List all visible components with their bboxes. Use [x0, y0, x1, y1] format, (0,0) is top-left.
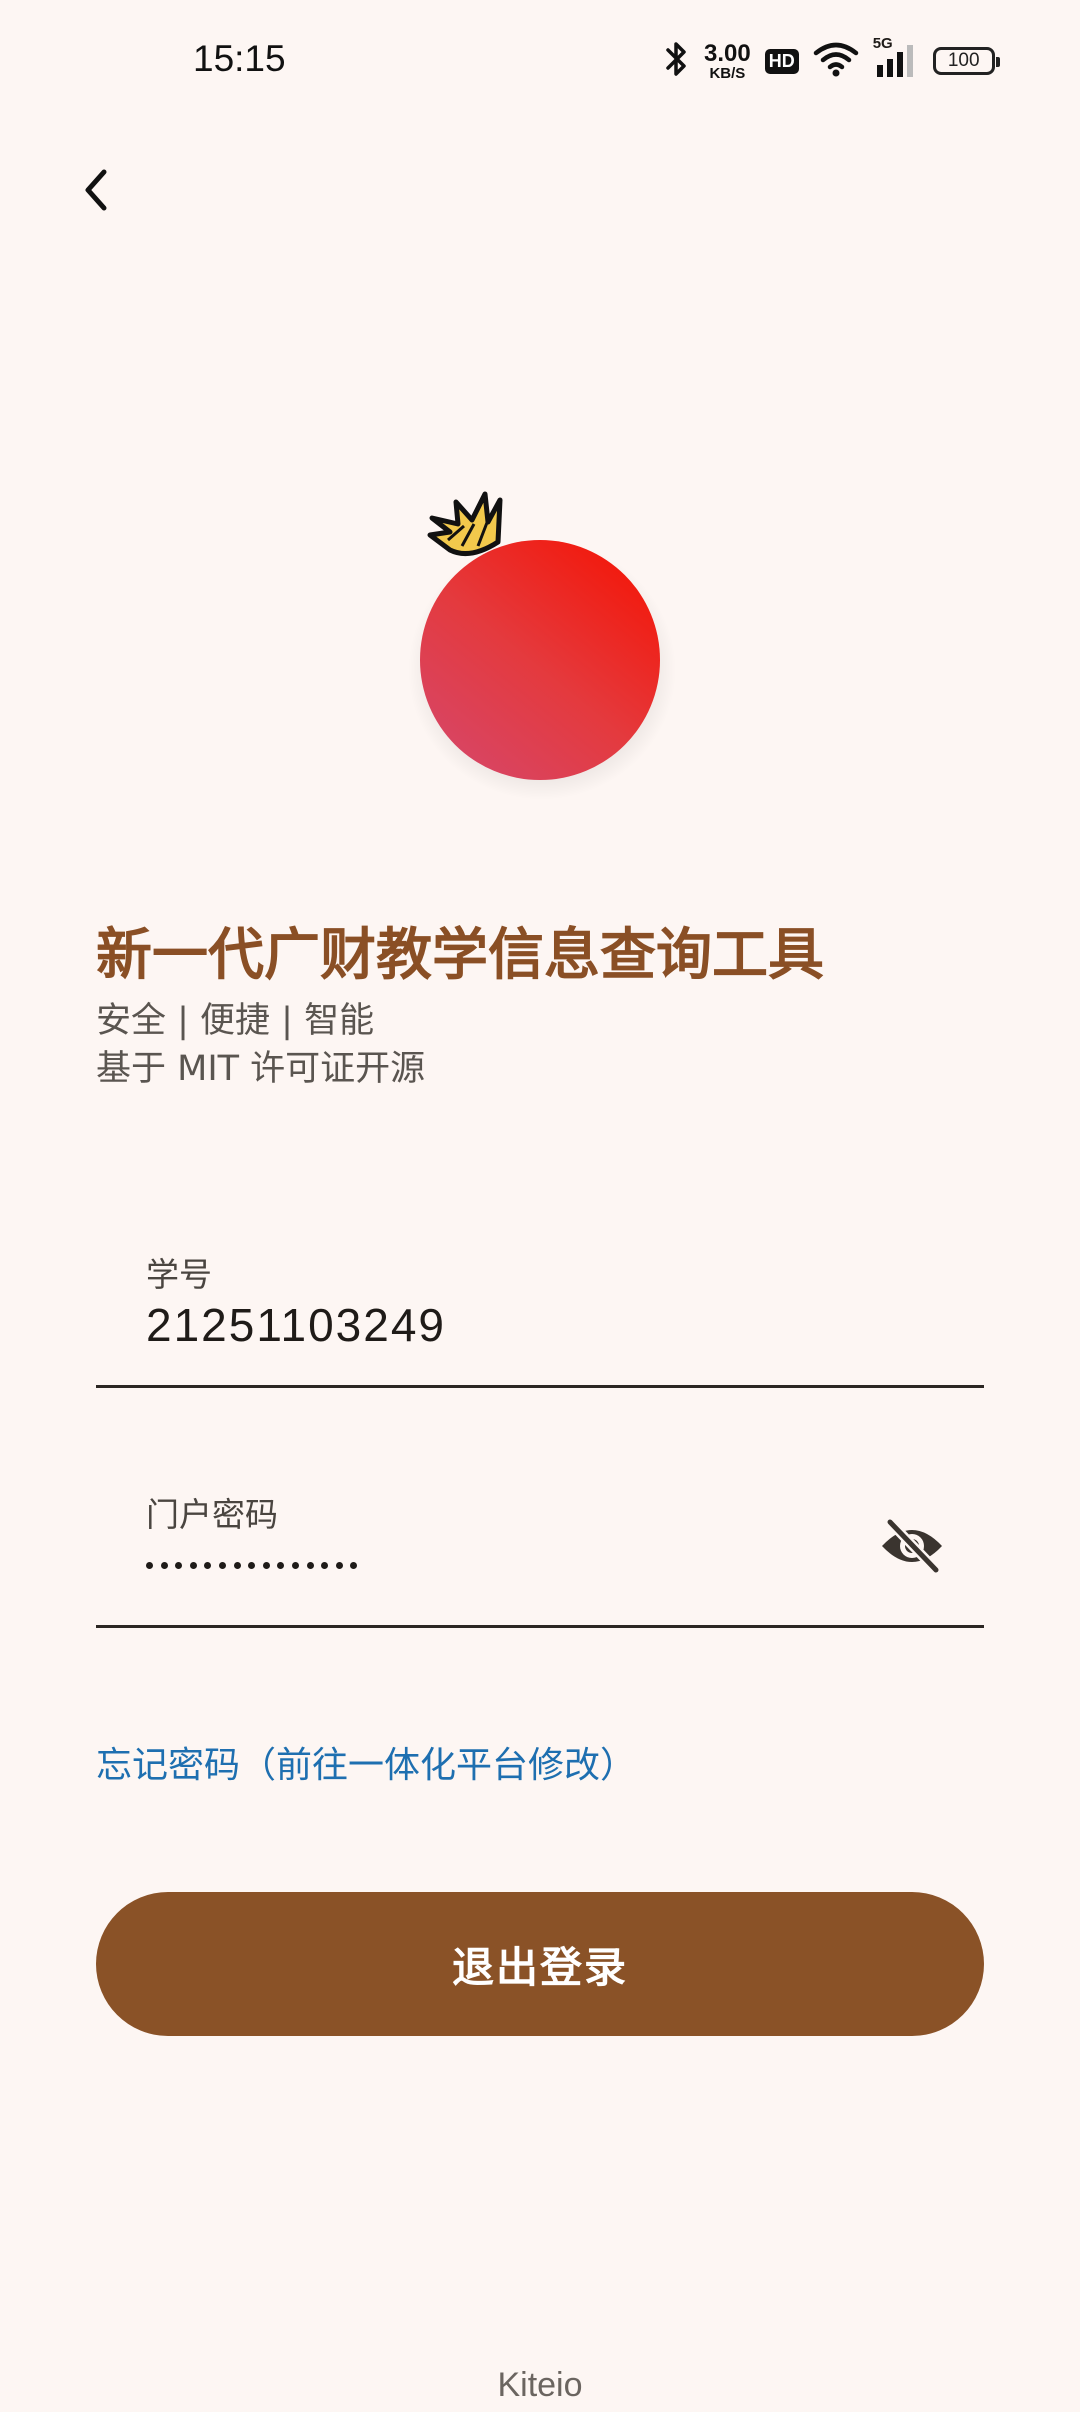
status-icons: 3.00 KB/S HD 5G 100 [664, 35, 1000, 84]
password-dot [233, 1562, 241, 1569]
app-title: 新一代广财教学信息查询工具 [96, 923, 824, 988]
password-dot [321, 1562, 329, 1569]
password-dot [277, 1562, 285, 1569]
password-dot [175, 1562, 183, 1569]
student-id-input[interactable]: 21251103249 [146, 1298, 446, 1352]
password-dot [262, 1562, 270, 1569]
password-dot [146, 1562, 153, 1569]
password-dot [218, 1562, 226, 1569]
app-logo [400, 480, 700, 800]
footer-brand: Kiteio [497, 2366, 583, 2404]
status-time: 15:15 [193, 38, 286, 79]
forgot-password-link[interactable]: 忘记密码（前往一体化平台修改） [96, 1736, 636, 1788]
password-input[interactable] [146, 1562, 358, 1569]
bluetooth-icon [664, 40, 690, 82]
password-dot [204, 1562, 212, 1569]
student-id-label: 学号 [146, 1255, 212, 1294]
password-dot [335, 1562, 343, 1569]
signal-icon: 5G [873, 35, 919, 79]
password-dot [189, 1562, 197, 1569]
password-dot [350, 1562, 358, 1569]
password-dot [160, 1562, 168, 1569]
license-text: 基于 MIT 许可证开源 [96, 1049, 426, 1089]
battery-icon: 100 [932, 47, 1000, 75]
password-label: 门户密码 [146, 1495, 278, 1534]
logout-button[interactable]: 退出登录 [96, 1892, 984, 2036]
wifi-icon [813, 41, 859, 81]
back-button[interactable] [66, 160, 126, 220]
student-id-field[interactable]: 学号 21251103249 [96, 1220, 984, 1388]
hd-badge: HD [764, 48, 799, 74]
app-tagline: 安全 | 便捷 | 智能 [96, 1001, 375, 1041]
eye-off-icon [882, 1517, 942, 1575]
password-dot [248, 1562, 256, 1569]
password-dot [291, 1562, 299, 1569]
net-speed: 3.00 KB/S [704, 39, 751, 82]
password-dot [306, 1562, 314, 1569]
toggle-password-visibility-button[interactable] [876, 1510, 948, 1582]
password-field[interactable]: 门户密码 [96, 1460, 984, 1628]
chevron-left-icon [85, 169, 107, 211]
